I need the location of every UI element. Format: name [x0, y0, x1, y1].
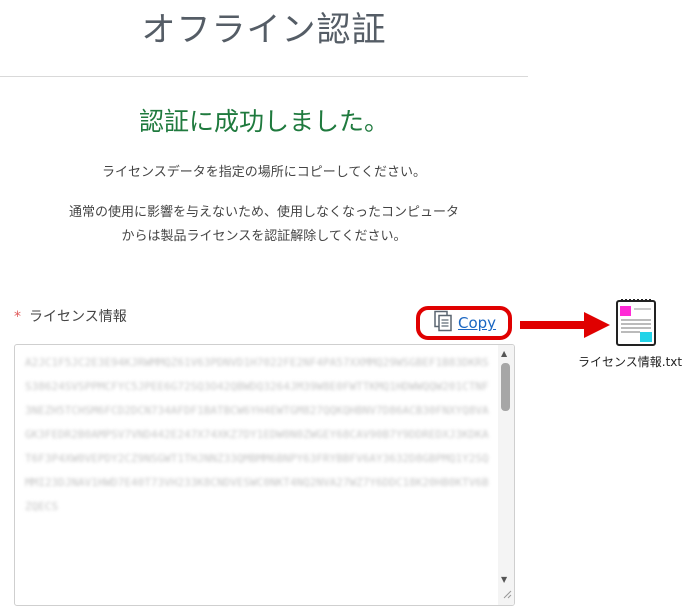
arrow-right-icon	[520, 312, 610, 342]
vertical-scrollbar[interactable]: ▲ ▼	[498, 345, 514, 605]
instruction-copy-license: ライセンスデータを指定の場所にコピーしてください。	[0, 161, 528, 185]
file-name-label: ライセンス情報.txt	[578, 355, 683, 369]
instruction-deauthorize: 通常の使用に影響を与えないため、使用しなくなったコンピュータ からは製品ライセン…	[0, 201, 528, 249]
resize-handle-icon[interactable]	[502, 584, 512, 603]
license-label-text: ライセンス情報	[29, 309, 127, 325]
copy-button[interactable]: Copy	[416, 306, 512, 340]
header-divider	[0, 76, 528, 77]
required-mark: *	[14, 309, 21, 325]
instruction-text-1: ライセンスデータを指定の場所にコピーしてください。	[102, 165, 426, 180]
license-textarea[interactable]: A2JC1F5JC2E3E94KJRWMMQZ61V63PDNVD1H7022F…	[14, 344, 515, 606]
license-text[interactable]: A2JC1F5JC2E3E94KJRWMMQZ61V63PDNVD1H7022F…	[25, 351, 495, 519]
license-field-label: * ライセンス情報	[14, 306, 127, 326]
copy-icon	[432, 310, 454, 336]
scroll-down-icon[interactable]: ▼	[501, 575, 507, 584]
success-message: 認証に成功しました。	[138, 107, 389, 136]
text-file-icon	[614, 297, 658, 351]
copy-link-label[interactable]: Copy	[458, 314, 496, 332]
scroll-up-icon[interactable]: ▲	[501, 349, 507, 358]
scrollbar-thumb[interactable]	[501, 363, 510, 411]
page-title: オフライン認証	[141, 10, 387, 50]
instruction-text-2a: 通常の使用に影響を与えないため、使用しなくなったコンピュータ	[68, 205, 459, 220]
instruction-text-2b: からは製品ライセンスを認証解除してください。	[121, 229, 407, 244]
